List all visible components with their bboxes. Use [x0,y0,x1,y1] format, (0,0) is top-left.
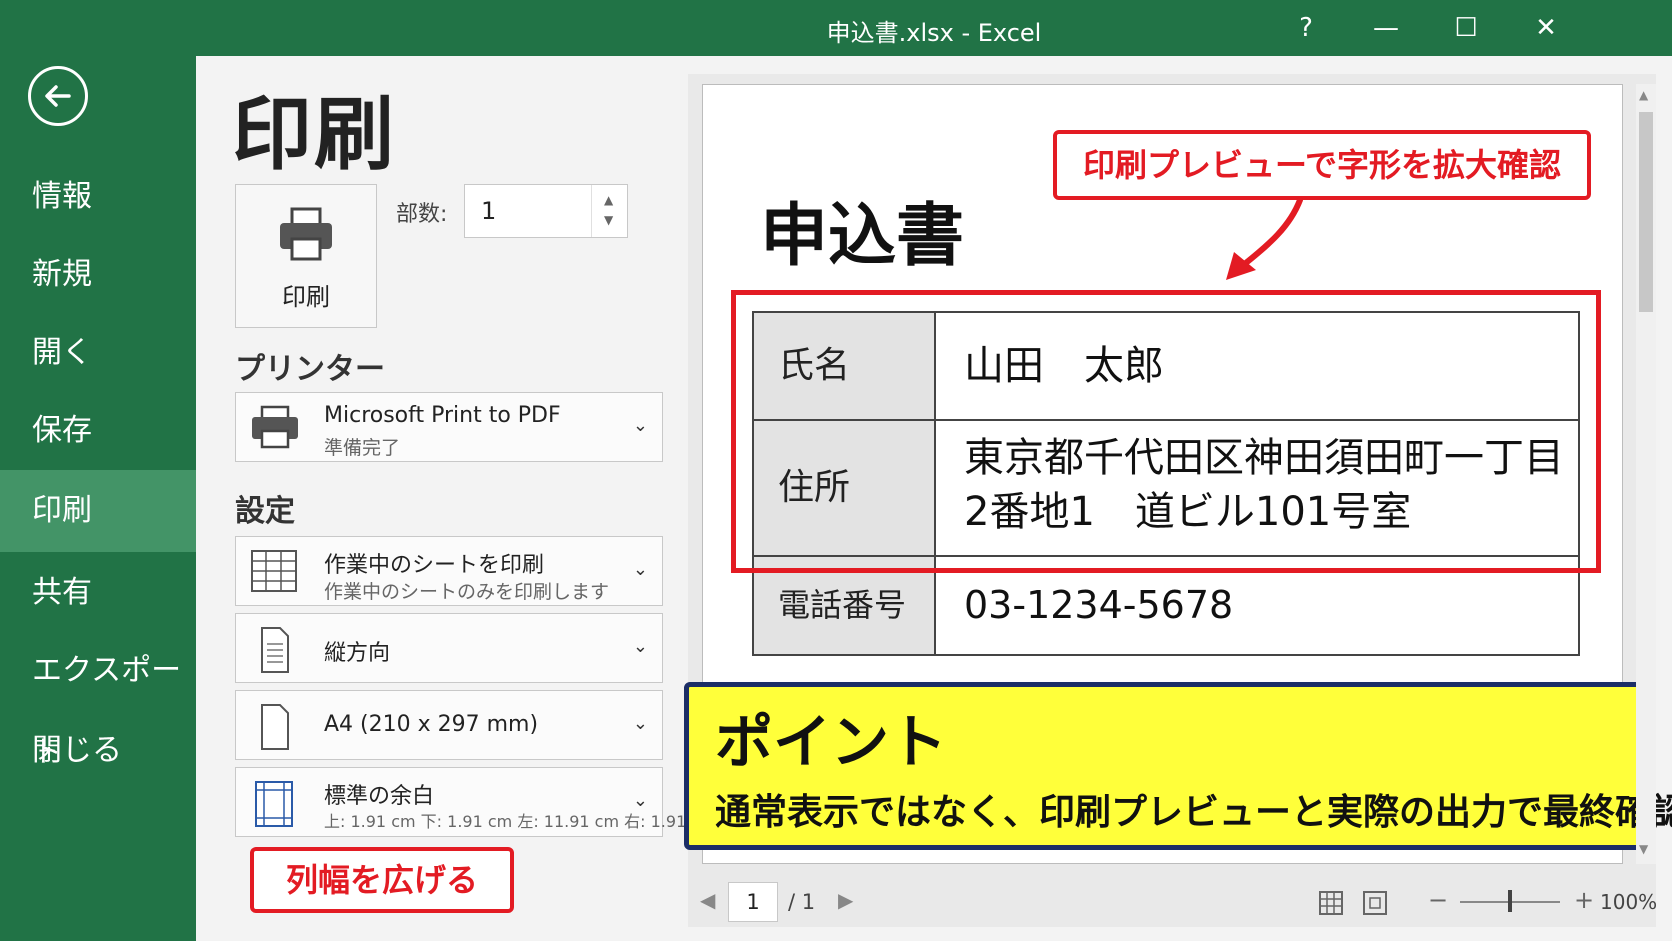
copies-value[interactable]: 1 [481,197,496,225]
zoom-out-button[interactable]: − [1428,886,1448,914]
printer-icon [280,207,332,261]
sidebar-item-share[interactable]: 共有 [0,552,196,634]
previous-page-icon[interactable]: ◀ [700,888,715,912]
print-button[interactable]: 印刷 [235,184,377,328]
chevron-down-icon: ⌄ [632,713,648,734]
printer-name: Microsoft Print to PDF [324,403,561,428]
back-arrow-icon [45,85,71,107]
printer-dropdown[interactable]: Microsoft Print to PDF 準備完了 ⌄ [235,392,663,462]
margins-dropdown[interactable]: 標準の余白 上: 1.91 cm 下: 1.91 cm 左: 11.91 cm … [235,767,716,837]
settings-section-heading: 設定 [235,494,295,529]
sidebar-item-save[interactable]: 保存 [0,390,196,472]
point-title: ポイント [715,708,948,776]
point-text: 通常表示ではなく、印刷プレビューと実際の出力で最終確認 [715,792,1672,833]
copies-stepper[interactable]: 1 ▲ ▼ [464,184,628,238]
print-scope-dropdown[interactable]: 作業中のシートを印刷 作業中のシートのみを印刷します ⌄ [235,536,663,606]
page-total: / 1 [788,890,816,914]
next-page-icon[interactable]: ▶ [838,888,853,912]
close-button[interactable]: ✕ [1516,8,1576,48]
point-banner: ポイント 通常表示ではなく、印刷プレビューと実際の出力で最終確認 [684,682,1672,850]
print-scope-subtitle: 作業中のシートのみを印刷します [324,581,610,603]
sidebar-item-print[interactable]: 印刷 [0,470,196,552]
help-button[interactable]: ? [1276,8,1336,48]
chevron-down-icon: ⌄ [632,559,648,580]
preview-navigation-bar: ◀ 1 / 1 ▶ − + 100% [688,880,1658,926]
sheet-grid-icon [251,550,297,592]
chevron-down-icon: ⌄ [632,790,648,811]
scrollbar-thumb[interactable] [1639,112,1653,312]
backstage-sidebar: 情報 新規 開く 保存 印刷 共有 エクスポート 閉じる [0,0,196,941]
printer-status: 準備完了 [324,437,401,459]
portrait-page-icon [261,627,289,673]
paper-size-icon [261,704,289,750]
spin-up-icon[interactable]: ▲ [604,193,613,207]
scroll-up-icon[interactable]: ▲ [1639,88,1648,102]
sidebar-item-close[interactable]: 閉じる [0,710,196,792]
zoom-in-button[interactable]: + [1574,886,1594,914]
print-scope-title: 作業中のシートを印刷 [324,553,545,578]
page-title: 印刷 [232,88,396,181]
sidebar-item-export[interactable]: エクスポート [0,630,196,770]
scroll-down-icon[interactable]: ▼ [1639,842,1648,856]
sidebar-item-new[interactable]: 新規 [0,234,196,316]
orientation-title: 縦方向 [324,641,391,666]
print-button-label: 印刷 [282,283,330,311]
document-title: 申込書 [760,197,965,276]
margins-title: 標準の余白 [324,784,435,809]
sidebar-item-open[interactable]: 開く [0,312,196,394]
page-number-input[interactable]: 1 [728,882,778,922]
show-margins-icon[interactable] [1318,890,1344,916]
spin-down-icon[interactable]: ▼ [604,213,613,227]
zoom-level: 100% [1600,890,1658,914]
title-bar: 申込書.xlsx - Excel ? — ☐ ✕ [196,0,1672,56]
column-width-note: 列幅を広げる [250,847,514,913]
sidebar-item-info[interactable]: 情報 [0,156,196,238]
copies-spin-buttons[interactable]: ▲ ▼ [591,185,627,237]
chevron-down-icon: ⌄ [632,636,648,657]
printer-icon [252,405,298,449]
margins-icon [255,781,293,827]
chevron-down-icon: ⌄ [632,415,648,436]
paper-size-dropdown[interactable]: A4 (210 x 297 mm) ⌄ [235,690,663,760]
printer-section-heading: プリンター [235,352,385,387]
minimize-button[interactable]: — [1356,8,1416,48]
vertical-scrollbar[interactable]: ▲ ▼ [1636,84,1656,864]
maximize-button[interactable]: ☐ [1436,8,1496,48]
margins-subtitle: 上: 1.91 cm 下: 1.91 cm 左: 11.91 cm 右: 1.9… [324,812,716,831]
zoom-to-page-icon[interactable] [1362,890,1388,916]
paper-size-title: A4 (210 x 297 mm) [324,712,539,737]
back-button[interactable] [28,66,88,126]
zoom-slider-thumb[interactable] [1508,890,1512,912]
callout-arrow-icon [1226,197,1303,280]
highlight-frame [731,290,1601,573]
orientation-dropdown[interactable]: 縦方向 ⌄ [235,613,663,683]
copies-label: 部数: [396,202,448,227]
preview-callout: 印刷プレビューで字形を拡大確認 [1053,130,1591,200]
